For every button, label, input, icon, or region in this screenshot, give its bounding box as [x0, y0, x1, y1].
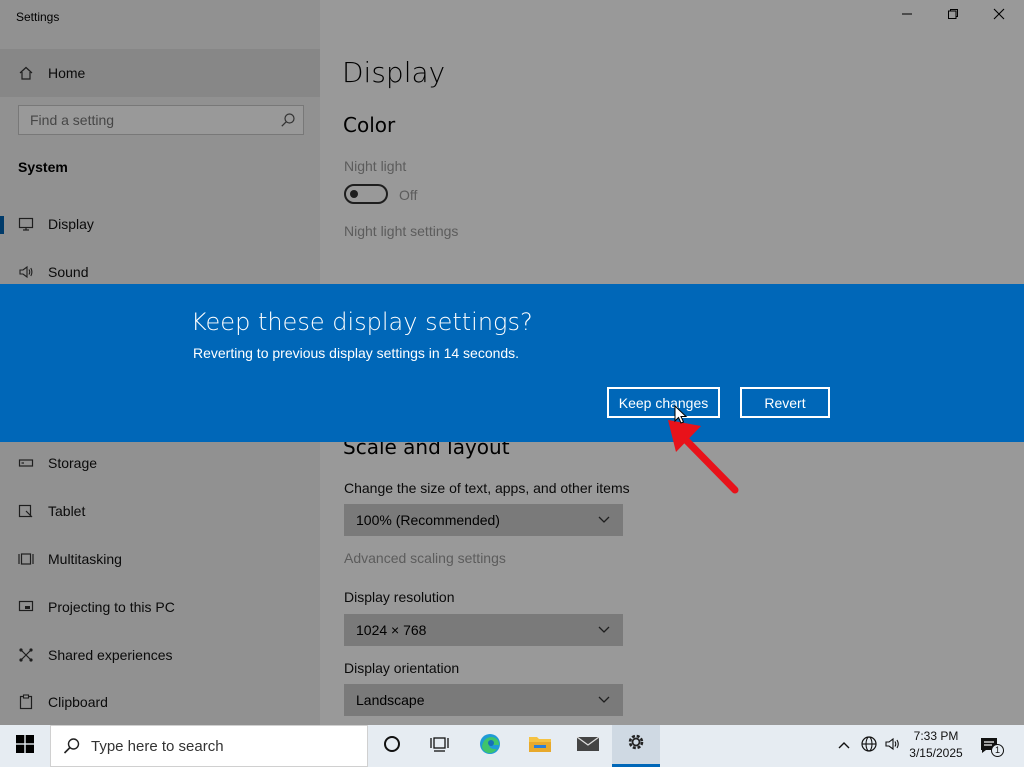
taskbar-search-placeholder: Type here to search [91, 737, 224, 755]
dialog-title: Keep these display settings? [191, 308, 533, 336]
cortana-icon [383, 735, 401, 758]
dialog-message: Reverting to previous display settings i… [193, 345, 520, 361]
globe-icon [860, 735, 878, 758]
gear-icon [626, 732, 646, 757]
annotation-arrow-shaft [680, 434, 739, 494]
edge-browser-icon [478, 732, 502, 761]
taskbar-clock[interactable]: 7:33 PM 3/15/2025 [900, 728, 972, 762]
task-view-icon [430, 735, 450, 758]
mouse-cursor [674, 405, 688, 424]
chevron-up-icon [837, 737, 851, 755]
keep-settings-dialog: Keep these display settings? Reverting t… [0, 284, 1024, 442]
edge-button[interactable] [466, 725, 514, 767]
notification-count-badge: 1 [991, 744, 1004, 757]
mail-icon [576, 735, 600, 758]
mail-button[interactable] [564, 725, 612, 767]
clock-date: 3/15/2025 [909, 746, 963, 760]
action-center-button[interactable]: 1 [976, 725, 1004, 767]
show-hidden-icons-button[interactable] [834, 725, 854, 767]
folder-icon [528, 734, 552, 759]
cortana-button[interactable] [368, 725, 416, 767]
taskbar: Type here to search 7:33 PM 3/15/2025 1 [0, 725, 1024, 767]
windows-logo-icon [16, 734, 34, 758]
clock-time: 7:33 PM [913, 729, 959, 743]
search-icon [63, 737, 81, 755]
file-explorer-button[interactable] [516, 725, 564, 767]
start-button[interactable] [0, 725, 50, 767]
taskbar-search-box[interactable]: Type here to search [50, 725, 368, 767]
settings-taskbar-button[interactable] [612, 725, 660, 767]
network-button[interactable] [858, 725, 880, 767]
revert-button[interactable]: Revert [740, 387, 830, 418]
notification-icon: 1 [980, 737, 1004, 757]
settings-window: Settings Home Find a setting System Disp… [0, 0, 1024, 725]
task-view-button[interactable] [416, 725, 464, 767]
